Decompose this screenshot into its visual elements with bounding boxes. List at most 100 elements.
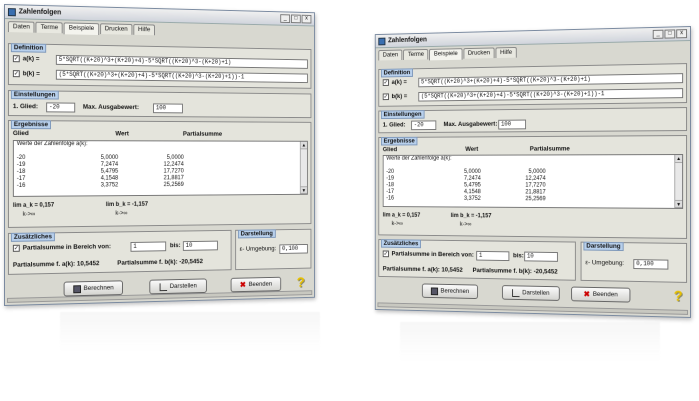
results-list[interactable]: Werte der Zahlenfolge a(k): -20 5,0000 5,0… xyxy=(383,154,683,209)
einstellungen-group: Einstellungen 1. Glied: -20 Max. Ausgabe… xyxy=(378,107,687,133)
window-title: Zahlenfolgen xyxy=(388,37,427,45)
einstellungen-label: Einstellungen xyxy=(11,90,59,99)
list-item: -16 3,3752 25,2569 xyxy=(14,182,307,190)
zusaetzliches-label: Zusätzliches xyxy=(381,239,421,248)
minimize-button[interactable]: _ xyxy=(653,30,664,39)
tab-hilfe[interactable]: Hilfe xyxy=(496,47,517,58)
col-partialsumme: Partialsumme xyxy=(530,146,570,153)
darstellen-button[interactable]: Darstellen xyxy=(149,278,207,294)
scroll-up-icon[interactable]: ▲ xyxy=(675,155,682,163)
first-term-input[interactable]: -20 xyxy=(46,102,75,112)
berechnen-button[interactable]: Berechnen xyxy=(64,280,123,296)
partial-sum-a: Partialsumme f. a(k): 10,5452 xyxy=(383,266,463,274)
tab-hilfe[interactable]: Hilfe xyxy=(133,24,155,35)
chart-icon xyxy=(512,289,519,297)
ergebnisse-label: Ergebnisse xyxy=(11,120,51,129)
list-header: Werte der Zahlenfolge a(k): xyxy=(14,141,204,148)
a-checkbox[interactable]: ✓ xyxy=(13,55,20,62)
bis-label: bis: xyxy=(170,242,181,249)
ergebnisse-group: Ergebnisse Glied Wert Partialsumme Werte… xyxy=(8,120,311,228)
app-window-left: Zahlenfolgen _ □ x Daten Terme Beispiele… xyxy=(4,4,315,306)
tab-terme[interactable]: Terme xyxy=(403,49,428,60)
col-wert: Wert xyxy=(115,130,129,137)
tab-daten[interactable]: Daten xyxy=(378,50,402,61)
window-title: Zahlenfolgen xyxy=(19,8,61,16)
first-term-label: 1. Glied: xyxy=(383,122,406,129)
partial-range-checkbox[interactable]: ✓ xyxy=(383,250,389,257)
app-icon xyxy=(378,37,385,45)
b-label: b(k) = xyxy=(23,70,40,77)
max-output-input[interactable]: 100 xyxy=(498,120,526,130)
darstellung-group: Darstellung ε- Umgebung: 0,100 xyxy=(235,229,311,270)
range-from-input[interactable]: 1 xyxy=(476,251,509,261)
scroll-up-icon[interactable]: ▲ xyxy=(301,142,307,150)
limit-a-sub: k->∞ xyxy=(392,221,403,227)
b-formula-input[interactable]: (5*SQRT((K+20)^3+(K+20)+4)-5*SQRT((K+20)… xyxy=(56,70,308,83)
results-scrollbar[interactable]: ▲ ▼ xyxy=(674,155,682,208)
einstellungen-label: Einstellungen xyxy=(381,110,424,119)
darstellung-label: Darstellung xyxy=(238,229,276,238)
epsilon-input[interactable]: 0,100 xyxy=(633,259,668,270)
range-from-input[interactable]: 1 xyxy=(131,241,167,251)
a-formula-input[interactable]: 5*SQRT((K+20)^3+(K+20)+4)-5*SQRT((K+20)^… xyxy=(56,55,308,69)
definition-group: Definition ✓ a(k) = 5*SQRT((K+20)^3+(K+2… xyxy=(8,43,311,89)
zusaetzliches-group: Zusätzliches ✓ Partialsumme in Bereich v… xyxy=(378,239,576,281)
b-checkbox[interactable]: ✓ xyxy=(13,70,20,77)
close-button[interactable]: x xyxy=(302,15,312,24)
b-label: b(k) = xyxy=(392,93,408,100)
limit-b-sub: k->∞ xyxy=(115,211,127,217)
first-term-input[interactable]: -20 xyxy=(411,120,436,130)
einstellungen-group: Einstellungen 1. Glied: -20 Max. Ausgabe… xyxy=(8,90,311,118)
epsilon-label: ε- Umgebung: xyxy=(585,259,624,267)
tab-terme[interactable]: Terme xyxy=(36,22,63,34)
beenden-button[interactable]: ✖ Beenden xyxy=(571,287,630,303)
definition-label: Definition xyxy=(381,68,413,77)
a-formula-input[interactable]: 5*SQRT((K+20)^3+(K+20)+4)-5*SQRT((K+20)^… xyxy=(418,73,683,87)
ergebnisse-group: Ergebnisse Glied Wert Partialsumme Werte… xyxy=(378,135,687,239)
first-term-label: 1. Glied: xyxy=(13,103,38,110)
a-checkbox[interactable]: ✓ xyxy=(383,79,389,86)
partial-range-label: Partialsumme in Bereich von: xyxy=(392,251,474,259)
limit-b: lim b_k = -1,157 xyxy=(451,213,492,219)
minimize-button[interactable]: _ xyxy=(280,14,290,23)
col-wert: Wert xyxy=(465,146,478,153)
berechnen-button[interactable]: Berechnen xyxy=(422,283,478,299)
col-glied: Glied xyxy=(13,130,29,137)
darstellen-button[interactable]: Darstellen xyxy=(502,285,560,301)
beenden-button[interactable]: ✖ Beenden xyxy=(231,277,282,293)
app-window-right: Zahlenfolgen _ □ x Daten Terme Beispiele… xyxy=(375,26,691,318)
tab-drucken[interactable]: Drucken xyxy=(463,47,494,58)
range-to-input[interactable]: 10 xyxy=(183,241,218,251)
reflection-right xyxy=(400,322,660,362)
maximize-button[interactable]: □ xyxy=(664,29,675,38)
partial-sum-a: Partialsumme f. a(k): 10,5452 xyxy=(13,260,100,269)
maximize-button[interactable]: □ xyxy=(291,14,301,23)
help-icon[interactable]: ? xyxy=(295,275,307,290)
tab-drucken[interactable]: Drucken xyxy=(100,23,132,35)
definition-group: Definition ✓ a(k) = 5*SQRT((K+20)^3+(K+2… xyxy=(378,63,687,107)
close-button[interactable]: x xyxy=(676,29,687,38)
max-output-label: Max. Ausgabewert: xyxy=(443,121,497,128)
close-icon: ✖ xyxy=(240,281,246,289)
b-formula-input[interactable]: (5*SQRT((K+20)^3+(K+20)+4)-5*SQRT((K+20)… xyxy=(418,88,683,101)
scroll-down-icon[interactable]: ▼ xyxy=(675,200,682,208)
col-glied: Glied xyxy=(383,146,397,153)
epsilon-input[interactable]: 0,100 xyxy=(279,244,307,254)
partial-range-checkbox[interactable]: ✓ xyxy=(13,245,20,252)
calculator-icon xyxy=(431,287,438,295)
tab-daten[interactable]: Daten xyxy=(8,21,35,33)
results-list[interactable]: Werte der Zahlenfolge a(k): -20 5,0000 5,0… xyxy=(13,140,308,197)
col-partialsumme: Partialsumme xyxy=(183,131,222,138)
results-scrollbar[interactable]: ▲ ▼ xyxy=(300,142,307,194)
help-icon[interactable]: ? xyxy=(671,289,685,305)
range-to-input[interactable]: 10 xyxy=(524,252,558,262)
b-checkbox[interactable]: ✓ xyxy=(383,93,389,100)
tab-beispiele[interactable]: Beispiele xyxy=(429,48,462,60)
limit-b: lim b_k = -1,157 xyxy=(106,202,148,208)
app-icon xyxy=(8,8,16,16)
tab-beispiele[interactable]: Beispiele xyxy=(64,22,99,35)
max-output-input[interactable]: 100 xyxy=(153,103,183,113)
zusaetzliches-label: Zusätzliches xyxy=(11,232,55,242)
scroll-down-icon[interactable]: ▼ xyxy=(301,186,307,194)
limit-a: lim a_k = 0,157 xyxy=(383,213,421,219)
